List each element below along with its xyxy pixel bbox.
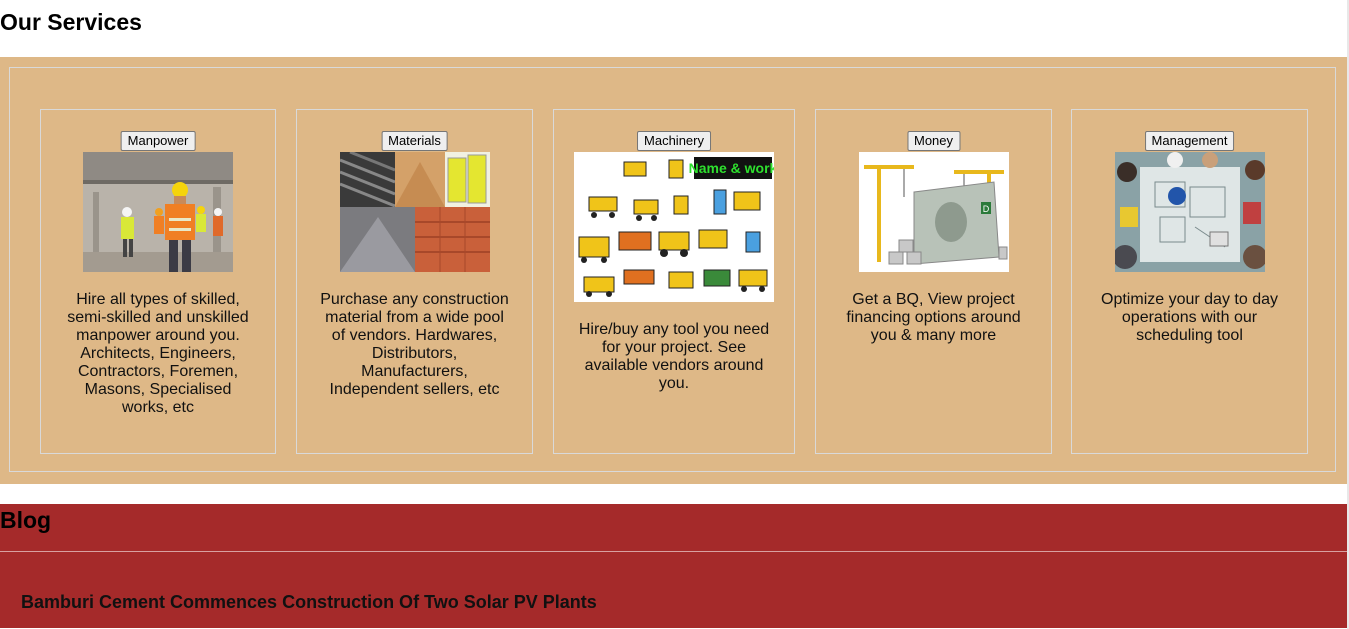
team-meeting-image (1114, 152, 1265, 272)
services-section: Manpower Hire all types of skilled, semi… (0, 57, 1349, 484)
construction-machinery-image: Name & work (574, 152, 774, 302)
blog-section: Blog Bamburi Cement Commences Constructi… (0, 504, 1348, 628)
machinery-image-label: Name & work (689, 160, 774, 176)
materials-description: Purchase any construction material from … (320, 291, 509, 398)
svg-text:D: D (982, 204, 989, 214)
money-button[interactable]: Money (906, 131, 961, 151)
service-card-materials: Materials Purchase any construction mate… (296, 109, 533, 454)
building-materials-image (339, 152, 490, 272)
construction-workers-image (83, 152, 233, 272)
money-description: Get a BQ, View project financing options… (846, 291, 1021, 344)
machinery-description: Hire/buy any tool you need for your proj… (578, 321, 770, 392)
service-card-money: Money D Get a BQ, View project financing… (815, 109, 1052, 454)
service-card-manpower: Manpower Hire all types of skilled, semi… (40, 109, 276, 454)
manpower-button[interactable]: Manpower (120, 131, 196, 151)
service-card-management: Management Optimize your day to day oper… (1071, 109, 1308, 454)
service-card-machinery: Machinery Name & work Hire/buy any tool … (553, 109, 795, 454)
machinery-button[interactable]: Machinery (637, 131, 711, 151)
blog-divider (0, 551, 1348, 552)
services-container: Manpower Hire all types of skilled, semi… (9, 67, 1336, 472)
blog-heading: Blog (0, 507, 52, 533)
manpower-description: Hire all types of skilled, semi-skilled … (67, 291, 249, 416)
management-description: Optimize your day to day operations with… (1101, 291, 1278, 344)
management-button[interactable]: Management (1144, 131, 1235, 151)
services-heading: Our Services (0, 9, 142, 35)
blog-post-title[interactable]: Bamburi Cement Commences Construction Of… (21, 592, 597, 613)
money-cranes-image: D (858, 152, 1009, 272)
materials-button[interactable]: Materials (381, 131, 448, 151)
